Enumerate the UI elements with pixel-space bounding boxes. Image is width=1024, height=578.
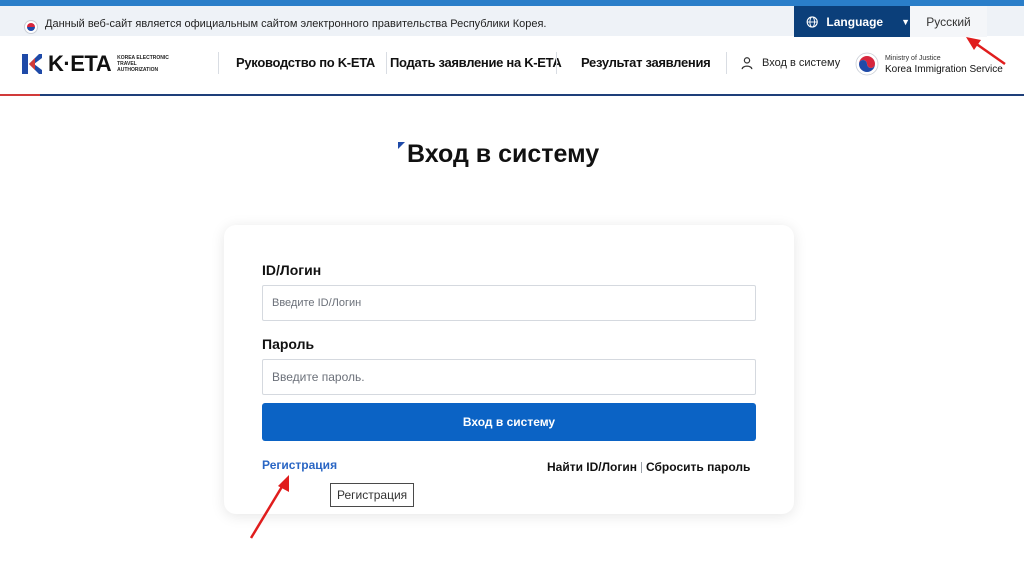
k-eta-logo-mark-icon xyxy=(22,54,42,74)
nav-item-result[interactable]: Результат заявления xyxy=(581,55,711,70)
government-banner-text: Данный веб-сайт является официальным сай… xyxy=(45,18,547,30)
page-title: Вход в систему xyxy=(407,140,600,168)
nav-item-guide[interactable]: Руководство по K-ETA xyxy=(236,55,375,70)
link-separator xyxy=(641,461,643,473)
password-label: Пароль xyxy=(262,336,315,352)
nav-divider xyxy=(386,52,387,74)
current-language[interactable]: Русский xyxy=(910,6,987,37)
id-input[interactable] xyxy=(262,285,756,321)
header-login-label: Вход в систему xyxy=(762,57,841,69)
nav-divider xyxy=(556,52,557,74)
globe-icon xyxy=(806,15,818,28)
nav-divider xyxy=(726,52,727,74)
header-login-link[interactable]: Вход в систему xyxy=(740,56,840,70)
korea-government-emblem-icon xyxy=(855,52,879,76)
user-icon xyxy=(741,57,753,70)
language-button[interactable]: Language ▼ xyxy=(794,6,910,37)
language-button-label: Language xyxy=(826,14,884,29)
password-input[interactable] xyxy=(262,359,756,395)
nav-divider xyxy=(218,52,219,74)
immigration-service-name: Korea Immigration Service xyxy=(885,64,1003,75)
find-id-link[interactable]: Найти ID/Логин xyxy=(547,460,637,474)
ministry-name: Ministry of Justice xyxy=(885,55,941,62)
id-label: ID/Логин xyxy=(262,262,322,278)
k-eta-logo[interactable]: K·ETA KOREA ELECTRONIC TRAVEL AUTHORIZAT… xyxy=(22,53,177,75)
register-link[interactable]: Регистрация xyxy=(262,458,337,472)
reset-password-link[interactable]: Сбросить пароль xyxy=(646,460,750,474)
ministry-logo[interactable]: Ministry of Justice Korea Immigration Se… xyxy=(855,52,1003,76)
account-recovery-links: Найти ID/Логин Сбросить пароль xyxy=(547,460,750,474)
logo-subtitle: KOREA ELECTRONIC TRAVEL AUTHORIZATION xyxy=(117,55,169,73)
logo-text: K·ETA xyxy=(48,51,112,76)
title-accent-icon xyxy=(398,142,405,149)
korea-flag-icon xyxy=(24,20,38,34)
login-submit-button[interactable]: Вход в систему xyxy=(262,403,756,441)
header-divider-accent xyxy=(0,94,40,96)
caret-down-icon: ▼ xyxy=(901,16,910,27)
nav-item-apply[interactable]: Подать заявление на K-ETA xyxy=(390,55,562,70)
page-title-block: Вход в систему xyxy=(398,140,599,169)
register-tooltip: Регистрация xyxy=(330,483,415,507)
header-divider xyxy=(0,94,1024,96)
